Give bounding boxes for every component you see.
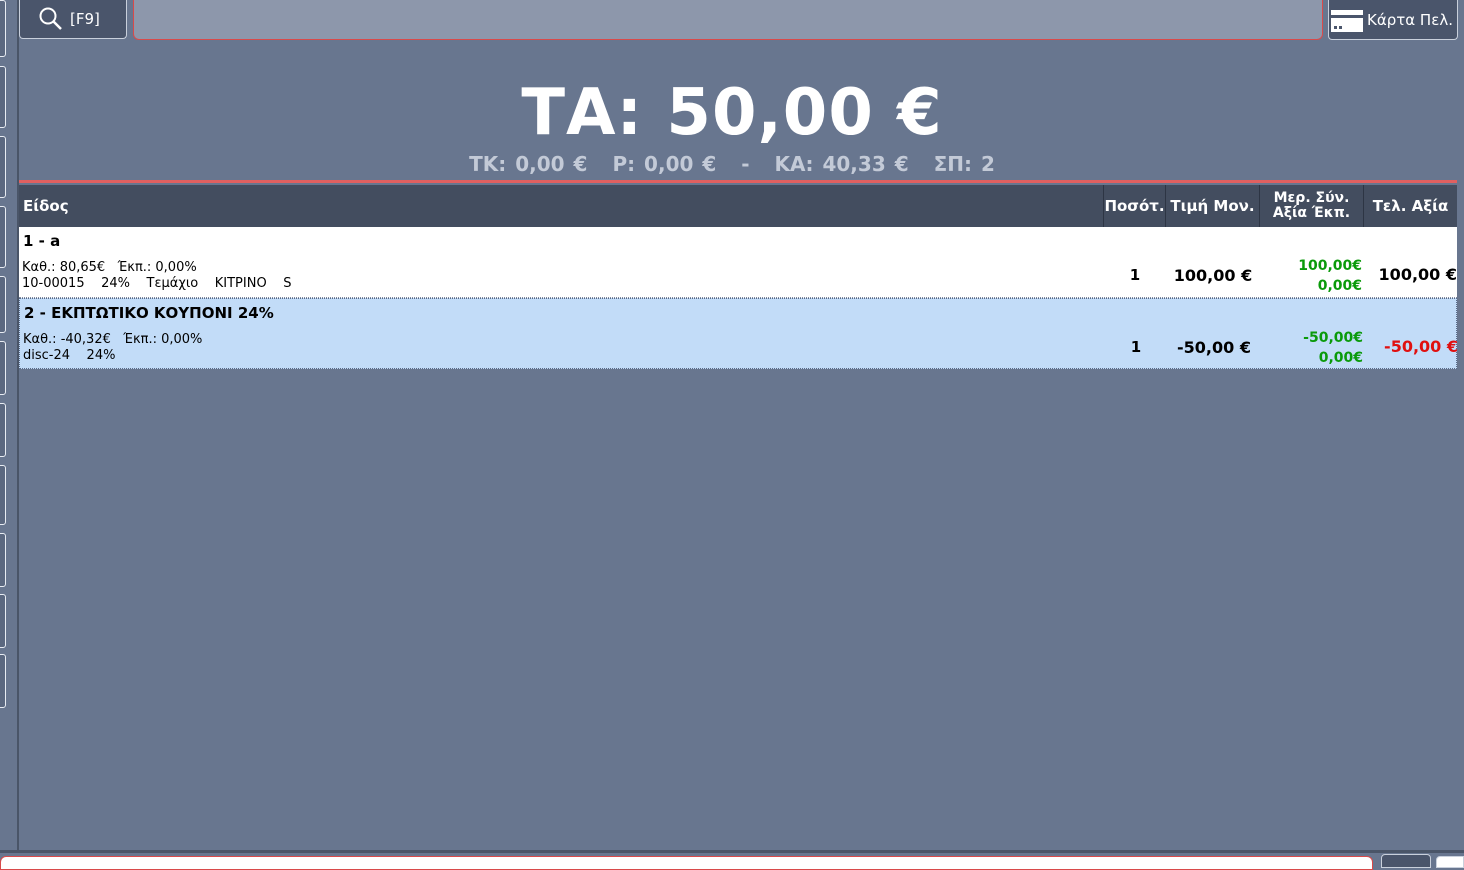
total-sp: ΣΠ: 2 [933, 152, 995, 176]
column-header-final[interactable]: Τελ. Αξία [1364, 185, 1457, 227]
search-input[interactable] [133, 0, 1323, 40]
search-shortcut-label: [F9] [70, 10, 100, 28]
search-icon [39, 7, 62, 30]
column-header-discount-line2: Αξία Έκπ. [1272, 205, 1351, 221]
bottom-input[interactable] [0, 856, 1373, 870]
bottom-divider [0, 850, 1464, 853]
item-final: 100,00 € [1378, 265, 1457, 284]
rail-button[interactable] [0, 533, 6, 587]
item-meta-line: Καθ.: -40,32€ Έκπ.: 0,00% [23, 332, 203, 347]
total-tk: ΤΚ: 0,00 € [469, 152, 588, 176]
item-discount-amount: 0,00€ [1318, 350, 1363, 366]
total-r: Ρ: 0,00 € [612, 152, 717, 176]
column-header-discount-line1: Μερ. Σύν. [1273, 190, 1350, 206]
customer-card-label: Κάρτα Πελ. [1367, 10, 1453, 29]
column-header-item[interactable]: Είδος [19, 185, 1104, 227]
column-header-unit-price[interactable]: Τιμή Μον. [1166, 185, 1260, 227]
totals-separator: - [741, 152, 750, 176]
rail-button[interactable] [0, 594, 6, 648]
rail-button[interactable] [0, 465, 6, 525]
search-button[interactable]: [F9] [19, 0, 127, 39]
rail-button[interactable] [0, 341, 6, 395]
customer-card-button[interactable]: Κάρτα Πελ. [1328, 0, 1458, 40]
item-qty: 1 [1130, 338, 1142, 356]
item-title: 2 - ΕΚΠΤΩΤΙΚΟ ΚΟΥΠΟΝΙ 24% [24, 304, 274, 322]
item-discount-value: 100,00€ [1298, 258, 1362, 274]
total-ka: ΚΑ: 40,33 € [774, 152, 909, 176]
items-table: Είδος Ποσότ. Τιμή Μον. Μερ. Σύν. Αξία Έκ… [19, 185, 1458, 369]
rail-button[interactable] [0, 654, 6, 708]
table-row[interactable]: 2 - ΕΚΠΤΩΤΙΚΟ ΚΟΥΠΟΝΙ 24% Καθ.: -40,32€ … [19, 298, 1458, 369]
item-discount: -50,00€ 0,00€ [1261, 328, 1365, 368]
item-title: 1 - a [23, 232, 61, 250]
item-final: -50,00 € [1384, 337, 1458, 356]
item-discount-amount: 0,00€ [1317, 278, 1362, 294]
table-row[interactable]: 1 - a Καθ.: 80,65€ Έκπ.: 0,00% 10-00015 … [19, 227, 1457, 298]
item-qty: 1 [1129, 266, 1141, 284]
grand-total: ΤΑ: 50,00 € [521, 76, 943, 150]
item-meta-line: 10-00015 24% Τεμάχιο ΚΙΤΡΙΝΟ S [22, 276, 292, 291]
item-meta-line: Καθ.: 80,65€ Έκπ.: 0,00% [22, 260, 197, 275]
item-meta: Καθ.: 80,65€ Έκπ.: 0,00% 10-00015 24% Τε… [22, 260, 291, 292]
item-meta: Καθ.: -40,32€ Έκπ.: 0,00% disc-24 24% [23, 332, 202, 364]
item-discount-value: -50,00€ [1303, 330, 1363, 346]
column-header-discount[interactable]: Μερ. Σύν. Αξία Έκπ. [1260, 185, 1364, 227]
item-unit-price: 100,00 € [1173, 266, 1253, 285]
column-header-qty[interactable]: Ποσότ. [1104, 185, 1166, 227]
rail-button[interactable] [0, 206, 6, 268]
rail-button[interactable] [0, 276, 6, 333]
rail-button[interactable] [0, 403, 6, 457]
customer-card-icon [1331, 9, 1363, 32]
totals-summary: ΤΚ: 0,00 € Ρ: 0,00 € - ΚΑ: 40,33 € ΣΠ: 2 [0, 152, 1464, 176]
item-unit-price: -50,00 € [1177, 338, 1251, 357]
bottom-button-secondary[interactable] [1436, 856, 1464, 868]
table-header: Είδος Ποσότ. Τιμή Μον. Μερ. Σύν. Αξία Έκ… [19, 185, 1457, 227]
item-meta-line: disc-24 24% [23, 348, 116, 363]
item-discount: 100,00€ 0,00€ [1260, 256, 1364, 296]
rail-button[interactable] [0, 0, 6, 57]
divider [19, 180, 1457, 183]
